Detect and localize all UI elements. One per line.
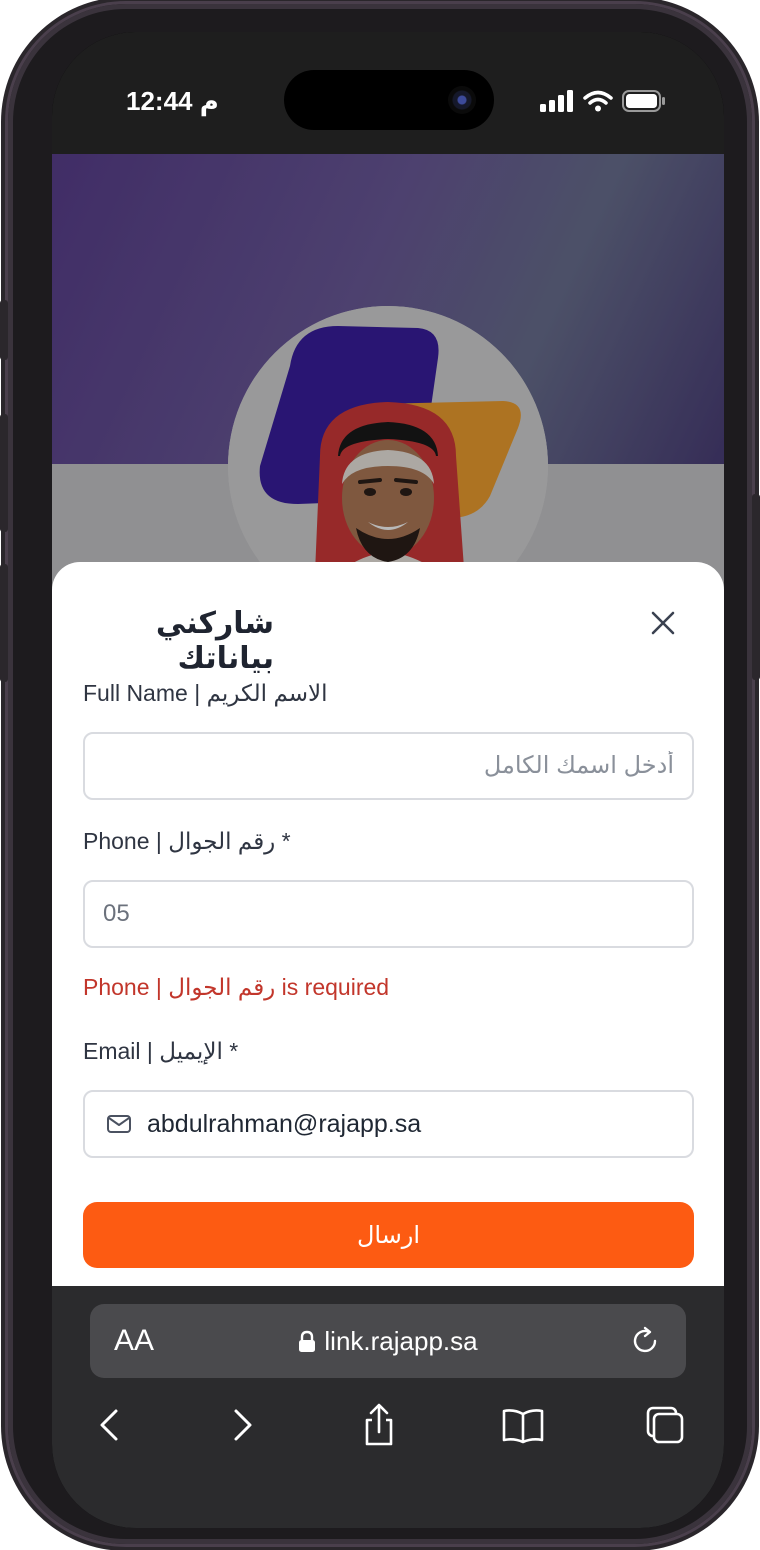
browser-nav-row xyxy=(52,1402,724,1462)
signal-icon xyxy=(540,90,573,112)
status-bar: 12:44 م xyxy=(52,32,724,154)
share-icon[interactable] xyxy=(356,1402,402,1448)
url-display[interactable]: link.rajapp.sa xyxy=(90,1326,686,1357)
submit-button[interactable]: ارسال xyxy=(83,1202,694,1268)
volume-up-button xyxy=(0,414,8,532)
email-input[interactable] xyxy=(133,1092,692,1156)
full-name-input[interactable] xyxy=(85,734,692,798)
address-bar[interactable]: AA link.rajapp.sa xyxy=(90,1304,686,1378)
wifi-icon xyxy=(583,90,613,112)
battery-icon xyxy=(622,90,665,112)
full-name-field[interactable] xyxy=(83,732,694,800)
phone-label: Phone | رقم الجوال * xyxy=(83,828,291,854)
modal-title: شاركني بياناتك xyxy=(155,607,274,675)
dynamic-island xyxy=(284,70,494,130)
close-icon[interactable] xyxy=(648,608,678,638)
email-label: Email | الإيميل * xyxy=(83,1038,239,1064)
phone-frame: 12:44 م شاركني بياناتك Full Name | الاسم… xyxy=(0,4,760,1544)
screen: 12:44 م شاركني بياناتك Full Name | الاسم… xyxy=(52,32,724,1528)
mail-icon xyxy=(107,1115,131,1133)
full-name-label: Full Name | الاسم الكريم xyxy=(83,680,328,706)
power-button xyxy=(752,494,760,680)
email-field[interactable] xyxy=(83,1090,694,1158)
phone-input[interactable] xyxy=(85,882,692,946)
reload-icon[interactable] xyxy=(628,1324,662,1358)
modal-backdrop[interactable] xyxy=(52,154,724,604)
camera-icon xyxy=(448,86,476,114)
phone-field[interactable] xyxy=(83,880,694,948)
tabs-icon[interactable] xyxy=(642,1402,688,1448)
mute-switch xyxy=(0,300,8,360)
url-text: link.rajapp.sa xyxy=(324,1326,478,1356)
share-data-modal: شاركني بياناتك Full Name | الاسم الكريم … xyxy=(52,562,724,1288)
lock-icon xyxy=(299,1330,316,1352)
phone-error-message: Phone | رقم الجوال is required xyxy=(83,974,390,1000)
status-time: 12:44 م xyxy=(126,86,219,116)
volume-down-button xyxy=(0,564,8,682)
status-icons xyxy=(540,90,666,112)
back-icon[interactable] xyxy=(88,1402,134,1448)
forward-icon[interactable] xyxy=(218,1402,264,1448)
bookmarks-icon[interactable] xyxy=(500,1402,546,1448)
browser-toolbar: AA link.rajapp.sa xyxy=(52,1286,724,1528)
